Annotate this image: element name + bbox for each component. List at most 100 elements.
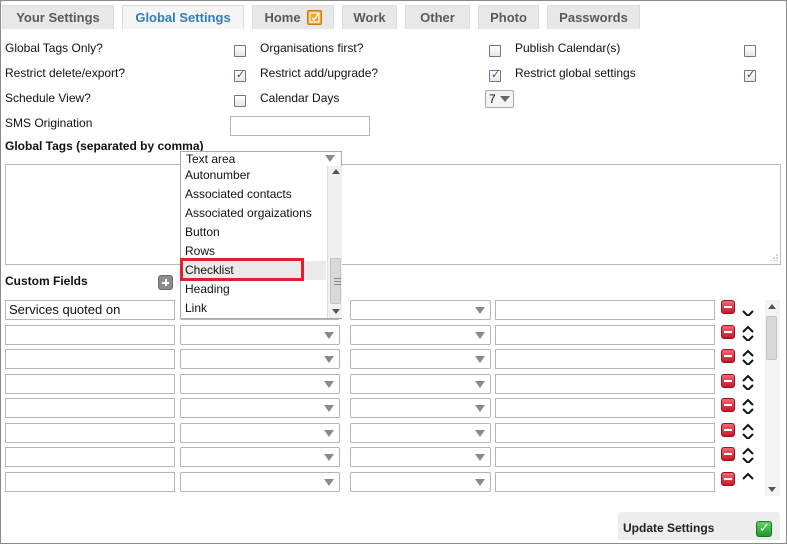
- schedule-view-checkbox[interactable]: [234, 95, 246, 107]
- sms-origination-input[interactable]: [230, 116, 370, 136]
- chevron-down-icon: [475, 479, 485, 486]
- tab-passwords[interactable]: Passwords: [547, 5, 640, 29]
- custom-field-extra-input[interactable]: [495, 325, 715, 345]
- tab-home[interactable]: Home: [252, 5, 334, 29]
- move-up-down-chevron-icon[interactable]: [741, 398, 755, 414]
- custom-field-name-input[interactable]: [5, 349, 175, 369]
- custom-field-name-input[interactable]: Services quoted on: [5, 300, 175, 320]
- field-type-dropdown[interactable]: Text area Autonumber Associated contacts A…: [180, 151, 342, 319]
- custom-field-type-select[interactable]: [180, 423, 340, 443]
- custom-field-option-select[interactable]: [350, 349, 491, 369]
- custom-fields-scrollbar[interactable]: [765, 300, 780, 496]
- chevron-down-icon: [324, 454, 334, 461]
- move-up-down-chevron-icon[interactable]: [741, 447, 755, 463]
- resize-grip-icon[interactable]: [770, 253, 778, 261]
- custom-field-option-select[interactable]: [350, 447, 491, 467]
- chevron-down-icon: [475, 454, 485, 461]
- scroll-up-icon[interactable]: [768, 304, 776, 309]
- custom-field-name-input[interactable]: [5, 325, 175, 345]
- remove-field-minus-icon[interactable]: [721, 398, 735, 412]
- edit-badge-icon: [306, 10, 322, 25]
- global-tags-only-checkbox[interactable]: [234, 45, 246, 57]
- custom-field-name-input[interactable]: [5, 423, 175, 443]
- field-type-option[interactable]: Button: [181, 223, 326, 242]
- custom-field-extra-input[interactable]: [495, 472, 715, 492]
- chevron-down-icon: [324, 381, 334, 388]
- global-tags-textarea[interactable]: [5, 164, 781, 265]
- move-up-chevron-icon[interactable]: [741, 472, 755, 488]
- chevron-down-icon: [324, 405, 334, 412]
- schedule-view-label: Schedule View?: [5, 91, 91, 105]
- custom-field-option-select[interactable]: [350, 374, 491, 394]
- custom-field-type-select[interactable]: [180, 398, 340, 418]
- field-type-option[interactable]: Autonumber: [181, 166, 326, 185]
- custom-field-extra-input[interactable]: [495, 349, 715, 369]
- publish-calendars-checkbox[interactable]: [744, 45, 756, 57]
- scroll-down-icon[interactable]: [332, 309, 340, 314]
- tab-work[interactable]: Work: [342, 5, 397, 29]
- custom-field-name-input[interactable]: [5, 447, 175, 467]
- custom-field-type-select[interactable]: [180, 374, 340, 394]
- tab-your-settings[interactable]: Your Settings: [2, 5, 114, 29]
- settings-window: Your Settings Global Settings Home Work …: [0, 0, 787, 544]
- remove-field-minus-icon[interactable]: [721, 447, 735, 461]
- move-down-chevron-icon[interactable]: [741, 300, 755, 316]
- move-up-down-chevron-icon[interactable]: [741, 423, 755, 439]
- custom-field-extra-input[interactable]: [495, 398, 715, 418]
- chevron-down-icon: [324, 479, 334, 486]
- checkmark-icon: [756, 520, 772, 537]
- remove-field-minus-icon[interactable]: [721, 374, 735, 388]
- field-type-option[interactable]: Associated contacts: [181, 185, 326, 204]
- field-type-current[interactable]: Text area: [181, 152, 341, 166]
- publish-calendars-label: Publish Calendar(s): [515, 41, 621, 55]
- custom-field-type-select[interactable]: [180, 447, 340, 467]
- scroll-down-icon[interactable]: [768, 487, 776, 492]
- custom-field-extra-input[interactable]: [495, 423, 715, 443]
- scroll-up-icon[interactable]: [332, 169, 340, 174]
- custom-field-name-input[interactable]: [5, 398, 175, 418]
- update-settings-button[interactable]: Update Settings: [618, 512, 780, 540]
- remove-field-minus-icon[interactable]: [721, 423, 735, 437]
- restrict-delete-export-checkbox[interactable]: [234, 68, 246, 82]
- restrict-global-settings-checkbox[interactable]: [744, 68, 756, 82]
- custom-field-option-select[interactable]: [350, 325, 491, 345]
- custom-field-name-input[interactable]: [5, 472, 175, 492]
- custom-field-name-input[interactable]: [5, 374, 175, 394]
- custom-field-option-select[interactable]: [350, 423, 491, 443]
- custom-field-extra-input[interactable]: [495, 300, 715, 320]
- custom-field-option-select[interactable]: [350, 398, 491, 418]
- field-type-option[interactable]: Associated orgaizations: [181, 204, 326, 223]
- field-type-option[interactable]: Heading: [181, 280, 326, 299]
- custom-field-option-select[interactable]: [350, 300, 491, 320]
- dropdown-scrollbar[interactable]: [327, 166, 342, 318]
- chevron-down-icon: [475, 430, 485, 437]
- restrict-add-upgrade-checkbox[interactable]: [489, 68, 501, 82]
- custom-field-type-select[interactable]: [180, 349, 340, 369]
- tab-other[interactable]: Other: [405, 5, 470, 29]
- custom-field-option-select[interactable]: [350, 472, 491, 492]
- custom-field-extra-input[interactable]: [495, 374, 715, 394]
- add-field-plus-icon[interactable]: [158, 275, 173, 290]
- checklist-highlight-box: [180, 258, 304, 281]
- tab-global-settings[interactable]: Global Settings: [122, 5, 244, 29]
- move-up-down-chevron-icon[interactable]: [741, 349, 755, 365]
- custom-field-extra-input[interactable]: [495, 447, 715, 467]
- remove-field-minus-icon[interactable]: [721, 349, 735, 363]
- restrict-global-settings-label: Restrict global settings: [515, 66, 636, 80]
- scrollbar-thumb[interactable]: [766, 316, 777, 360]
- tab-photo[interactable]: Photo: [478, 5, 539, 29]
- remove-field-minus-icon[interactable]: [721, 325, 735, 339]
- move-up-down-chevron-icon[interactable]: [741, 325, 755, 341]
- move-up-down-chevron-icon[interactable]: [741, 374, 755, 390]
- calendar-days-select[interactable]: 7: [485, 90, 514, 108]
- field-type-option[interactable]: Link: [181, 299, 326, 318]
- chevron-down-icon: [324, 356, 334, 363]
- custom-field-type-select[interactable]: [180, 325, 340, 345]
- restrict-add-upgrade-label: Restrict add/upgrade?: [260, 66, 379, 80]
- dropdown-scrollbar-thumb[interactable]: [330, 258, 341, 304]
- tab-bar: Your Settings Global Settings Home Work …: [1, 1, 787, 31]
- remove-field-minus-icon[interactable]: [721, 472, 735, 486]
- organisations-first-checkbox[interactable]: [489, 45, 501, 57]
- remove-field-minus-icon[interactable]: [721, 300, 735, 314]
- custom-field-type-select[interactable]: [180, 472, 340, 492]
